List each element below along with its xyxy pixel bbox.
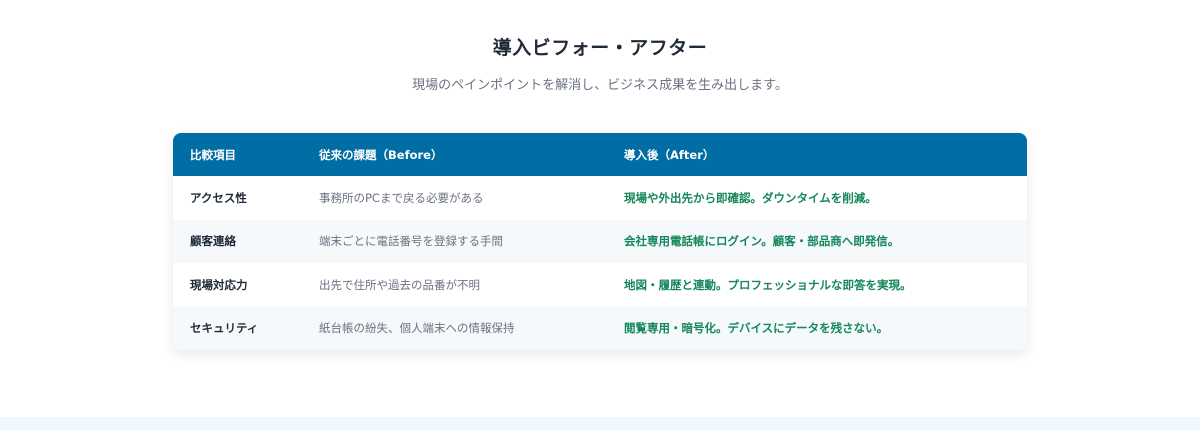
before-after-section: 導入ビフォー・アフター 現場のペインポイントを解消し、ビジネス成果を生み出します… — [0, 0, 1200, 417]
table-header-row: 比較項目 従来の課題（Before） 導入後（After） — [173, 133, 1027, 176]
table-row: 現場対応力 出先で住所や過去の品番が不明 地図・履歴と連動。プロフェッショナルな… — [173, 263, 1027, 307]
row-before: 事務所のPCまで戻る必要がある — [319, 190, 484, 205]
row-after: 地図・履歴と連動。プロフェッショナルな即答を実現。 — [624, 277, 912, 292]
table-row: アクセス性 事務所のPCまで戻る必要がある 現場や外出先から即確認。ダウンタイム… — [173, 176, 1027, 220]
row-item: 現場対応力 — [190, 277, 248, 292]
next-section-band — [0, 417, 1200, 430]
row-item: セキュリティ — [190, 321, 259, 336]
row-after: 現場や外出先から即確認。ダウンタイムを削減。 — [624, 190, 877, 205]
table-row: 顧客連絡 端末ごとに電話番号を登録する手間 会社専用電話帳にログイン。顧客・部品… — [173, 219, 1027, 263]
row-after: 閲覧専用・暗号化。デバイスにデータを残さない。 — [624, 321, 889, 336]
section-title: 導入ビフォー・アフター — [492, 37, 708, 59]
row-before: 出先で住所や過去の品番が不明 — [319, 277, 480, 292]
table-row: セキュリティ 紙台帳の紛失、個人端末への情報保持 閲覧専用・暗号化。デバイスにデ… — [173, 306, 1027, 350]
comparison-table-card: 比較項目 従来の課題（Before） 導入後（After） アクセス性 事務所の… — [173, 133, 1027, 350]
header-before: 従来の課題（Before） — [319, 147, 443, 162]
header-after: 導入後（After） — [624, 147, 715, 162]
header-item: 比較項目 — [190, 147, 236, 162]
row-after: 会社専用電話帳にログイン。顧客・部品商へ即発信。 — [624, 234, 900, 249]
row-before: 紙台帳の紛失、個人端末への情報保持 — [319, 321, 515, 336]
row-item: アクセス性 — [190, 190, 247, 205]
row-item: 顧客連絡 — [190, 234, 236, 249]
section-subtitle: 現場のペインポイントを解消し、ビジネス成果を生み出します。 — [412, 78, 788, 93]
comparison-table: 比較項目 従来の課題（Before） 導入後（After） アクセス性 事務所の… — [173, 133, 1027, 350]
row-before: 端末ごとに電話番号を登録する手間 — [319, 234, 503, 249]
